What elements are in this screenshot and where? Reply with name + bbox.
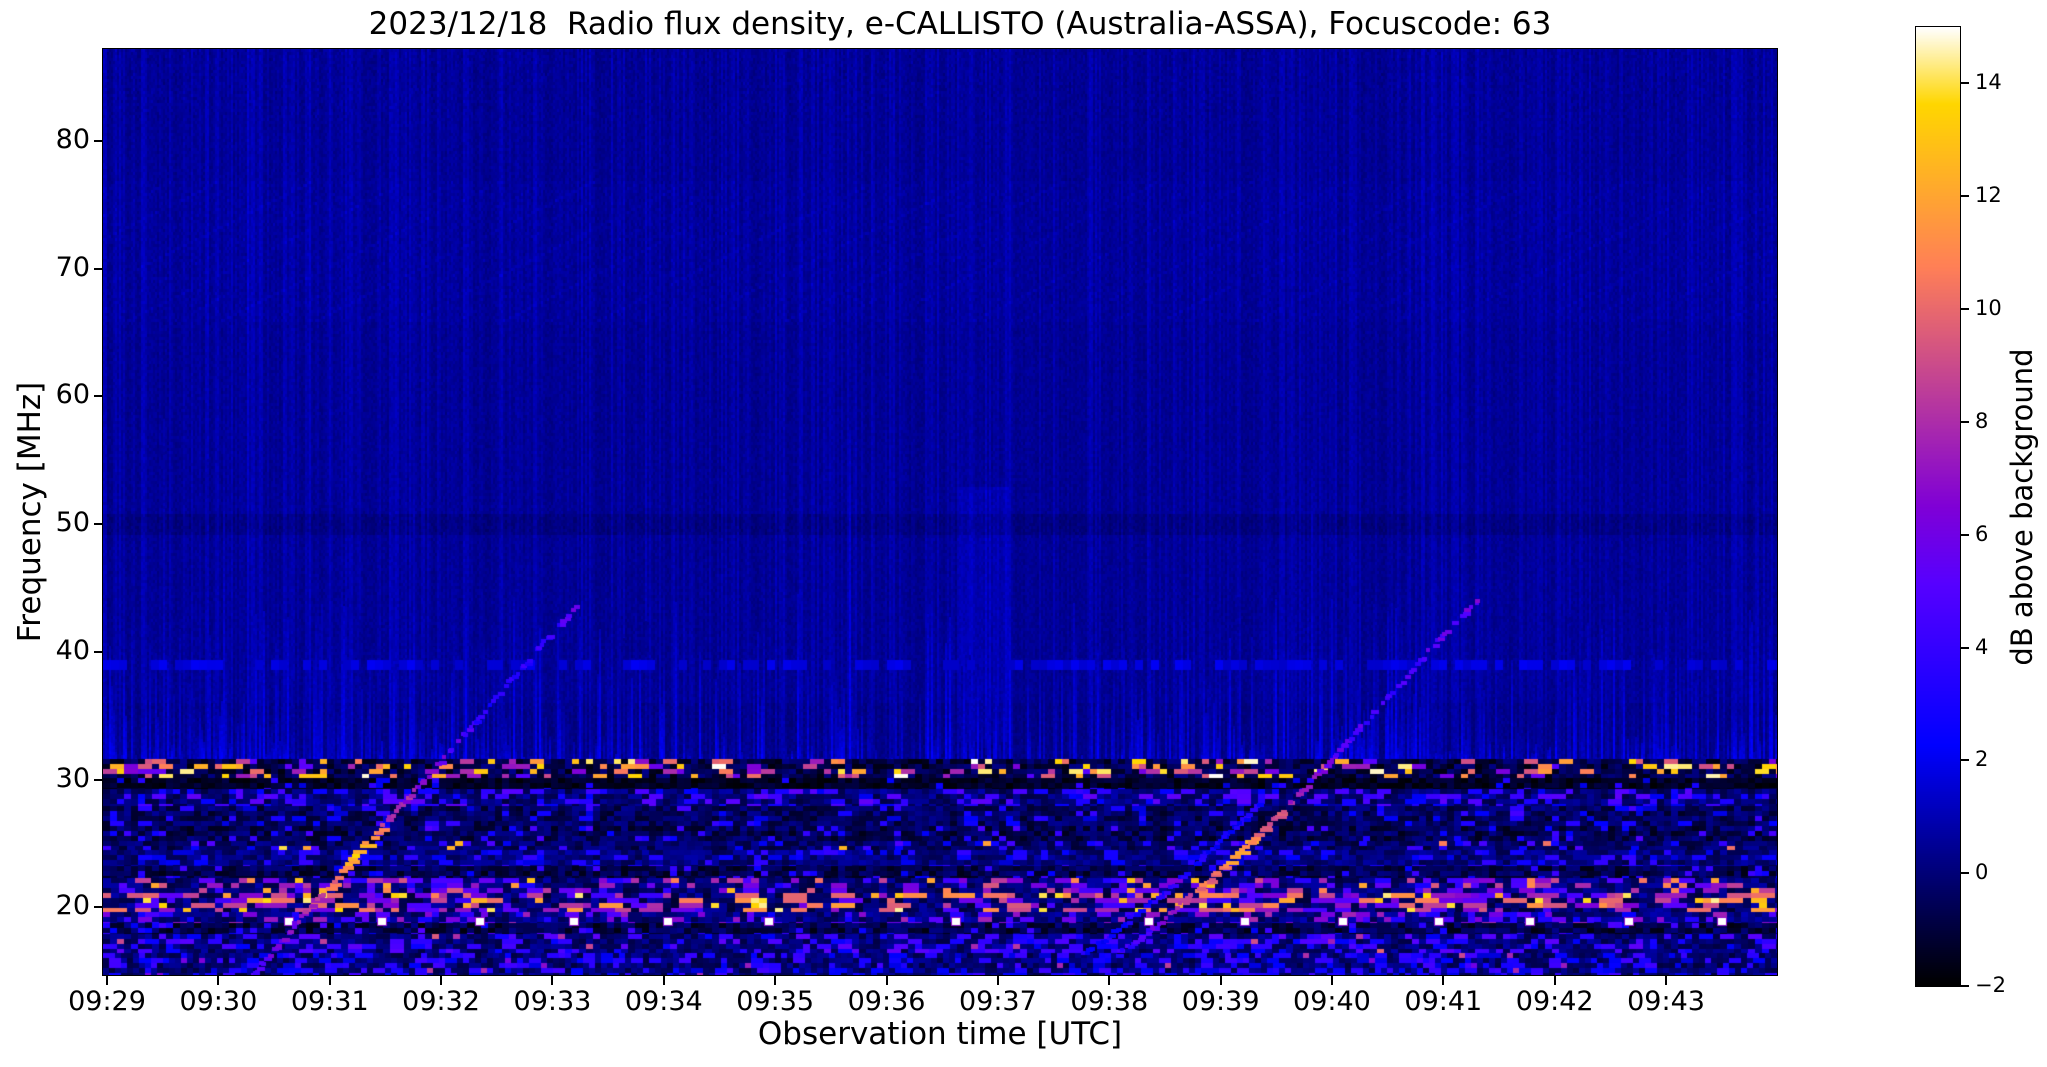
y-tick-mark xyxy=(94,906,103,908)
plot-area xyxy=(102,48,1778,976)
spectrogram-figure: 2023/12/18 Radio flux density, e-CALLIST… xyxy=(0,0,2047,1067)
y-tick-label: 30 xyxy=(0,763,90,794)
colorbar-label: dB above background xyxy=(2005,348,2039,665)
x-tick-mark xyxy=(886,976,888,985)
colorbar xyxy=(1915,26,1961,987)
y-tick-mark xyxy=(94,523,103,525)
x-tick-mark xyxy=(217,976,219,985)
x-tick-mark xyxy=(997,976,999,985)
colorbar-tick-mark xyxy=(1961,872,1969,874)
x-tick-mark xyxy=(551,976,553,985)
y-tick-label: 70 xyxy=(0,252,90,283)
colorbar-tick-mark xyxy=(1961,647,1969,649)
x-tick-mark xyxy=(1220,976,1222,985)
colorbar-tick-label: 4 xyxy=(1975,635,1988,659)
y-tick-mark xyxy=(94,140,103,142)
x-tick-mark xyxy=(329,976,331,985)
x-tick-mark xyxy=(1108,976,1110,985)
colorbar-tick-mark xyxy=(1961,82,1969,84)
colorbar-tick-label: 8 xyxy=(1975,409,1988,433)
colorbar-tick-label: 10 xyxy=(1975,296,2002,320)
x-tick-mark xyxy=(440,976,442,985)
colorbar-tick-label: 6 xyxy=(1975,522,1988,546)
colorbar-tick-label: 2 xyxy=(1975,747,1988,771)
colorbar-tick-mark xyxy=(1961,985,1969,987)
x-tick-mark xyxy=(1665,976,1667,985)
y-tick-label: 80 xyxy=(0,124,90,155)
y-tick-label: 20 xyxy=(0,890,90,921)
colorbar-tick-mark xyxy=(1961,421,1969,423)
y-tick-mark xyxy=(94,395,103,397)
colorbar-tick-label: 14 xyxy=(1975,70,2002,94)
colorbar-tick-mark xyxy=(1961,534,1969,536)
x-axis-label: Observation time [UTC] xyxy=(120,1016,1760,1052)
y-tick-mark xyxy=(94,268,103,270)
x-tick-mark xyxy=(106,976,108,985)
x-tick-mark xyxy=(1331,976,1333,985)
y-axis-label: Frequency [MHz] xyxy=(12,382,48,643)
colorbar-tick-mark xyxy=(1961,759,1969,761)
plot-title: 2023/12/18 Radio flux density, e-CALLIST… xyxy=(120,6,1800,42)
colorbar-tick-label: 0 xyxy=(1975,860,1988,884)
x-tick-label: 09:43 xyxy=(1596,986,1736,1017)
colorbar-gradient-canvas xyxy=(1916,27,1960,986)
spectrogram-canvas xyxy=(103,49,1777,975)
colorbar-tick-mark xyxy=(1961,195,1969,197)
colorbar-tick-label: 12 xyxy=(1975,183,2002,207)
y-tick-mark xyxy=(94,651,103,653)
x-tick-mark xyxy=(774,976,776,985)
colorbar-tick-label: −2 xyxy=(1975,973,2006,997)
x-tick-mark xyxy=(663,976,665,985)
x-tick-mark xyxy=(1442,976,1444,985)
y-tick-mark xyxy=(94,779,103,781)
x-tick-mark xyxy=(1554,976,1556,985)
colorbar-tick-mark xyxy=(1961,308,1969,310)
